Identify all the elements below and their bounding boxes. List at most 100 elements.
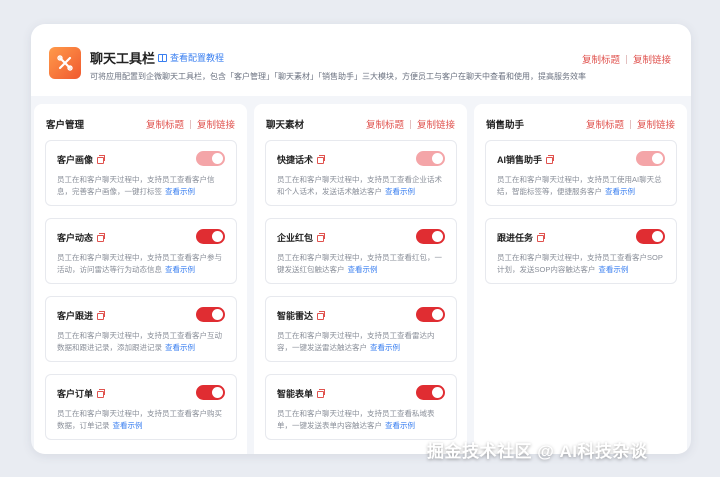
page-title: 聊天工具栏 bbox=[90, 51, 156, 66]
card-ai-sales-assistant: AI销售助手 员工在和客户聊天过程中，支持员工使用AI聊天总结，智能标签等，便捷… bbox=[485, 140, 677, 206]
column-sales-assistant: 销售助手 复制标题 复制链接 AI销售助手 员工在和客户聊天过程中，支持员工使用… bbox=[474, 104, 687, 454]
copy-icon[interactable] bbox=[97, 310, 106, 320]
view-example-link[interactable]: 查看示例 bbox=[165, 265, 195, 274]
column-copy-actions: 复制标题 复制链接 bbox=[146, 117, 235, 131]
card-title: 智能雷达 bbox=[277, 311, 314, 321]
toggle-knob bbox=[652, 153, 663, 164]
copy-icon[interactable] bbox=[317, 310, 326, 320]
divider bbox=[409, 119, 411, 129]
view-example-link[interactable]: 查看示例 bbox=[370, 343, 400, 352]
copy-title-button[interactable]: 复制标题 bbox=[366, 117, 404, 131]
divider bbox=[189, 119, 191, 129]
card-title: AI销售助手 bbox=[497, 155, 543, 165]
card-description: 员工在和客户聊天过程中，支持员工查看客户信息，完善客户画像，一键打标签 查看示例 bbox=[57, 174, 229, 197]
copy-icon[interactable] bbox=[546, 154, 555, 164]
toggle-knob bbox=[212, 387, 223, 398]
card-description: 员工在和客户聊天过程中，支持员工使用AI聊天总结，智能标签等，便捷服务客户 查看示… bbox=[497, 174, 669, 197]
card-description: 员工在和客户聊天过程中，支持员工查看私域表单，一键发送表单内容触达客户 查看示例 bbox=[277, 408, 449, 431]
toggle-switch[interactable] bbox=[416, 307, 445, 322]
watermark: 掘金技术社区 @ AI科技杂谈 bbox=[427, 442, 648, 461]
card-desc-text: 员工在和客户聊天过程中，支持员工查看企业话术和个人话术，发送话术触达客户 bbox=[277, 175, 442, 196]
card-desc-text: 员工在和客户聊天过程中，支持员工查看雷达内容，一键发送雷达触达客户 bbox=[277, 331, 435, 352]
copy-icon[interactable] bbox=[317, 232, 326, 242]
card-customer-activity: 客户动态 员工在和客户聊天过程中，支持员工查看客户参与活动，访问雷达等行为动态信… bbox=[45, 218, 237, 284]
view-guide-link[interactable]: 查看配置教程 bbox=[158, 51, 224, 64]
card-desc-text: 员工在和客户聊天过程中，支持员工查看客户互动数据和跟进记录，添加跟进记录 bbox=[57, 331, 222, 352]
view-example-link[interactable]: 查看示例 bbox=[385, 187, 415, 196]
card-title: 客户动态 bbox=[57, 233, 94, 243]
toggle-knob bbox=[212, 231, 223, 242]
card-title: 客户跟进 bbox=[57, 311, 94, 321]
panel-header: 聊天工具栏 查看配置教程 可将应用配置到企微聊天工具栏，包含「客户管理」「聊天素… bbox=[31, 24, 691, 96]
card-quick-replies: 快捷话术 员工在和客户聊天过程中，支持员工查看企业话术和个人话术，发送话术触达客… bbox=[265, 140, 457, 206]
card-desc-text: 员工在和客户聊天过程中，支持员工查看客户参与活动，访问雷达等行为动态信息 bbox=[57, 253, 222, 274]
copy-icon[interactable] bbox=[97, 154, 106, 164]
copy-link-button[interactable]: 复制链接 bbox=[637, 117, 675, 131]
card-title-row: 智能雷达 bbox=[277, 309, 326, 322]
card-customer-followup: 客户跟进 员工在和客户聊天过程中，支持员工查看客户互动数据和跟进记录，添加跟进记… bbox=[45, 296, 237, 362]
toggle-switch[interactable] bbox=[196, 229, 225, 244]
copy-title-button[interactable]: 复制标题 bbox=[582, 52, 620, 66]
card-description: 员工在和客户聊天过程中，支持员工查看客户购买数据，订单记录 查看示例 bbox=[57, 408, 229, 431]
toggle-knob bbox=[432, 231, 443, 242]
copy-link-button[interactable]: 复制链接 bbox=[633, 52, 671, 66]
toggle-switch[interactable] bbox=[196, 307, 225, 322]
column-chat-materials: 聊天素材 复制标题 复制链接 快捷话术 员工在和客户聊天过程中，支持员工查看企业… bbox=[254, 104, 467, 454]
card-title: 跟进任务 bbox=[497, 233, 534, 243]
copy-icon[interactable] bbox=[317, 154, 326, 164]
copy-link-button[interactable]: 复制链接 bbox=[417, 117, 455, 131]
toggle-switch[interactable] bbox=[196, 151, 225, 166]
card-smart-form: 智能表单 员工在和客户聊天过程中，支持员工查看私域表单，一键发送表单内容触达客户… bbox=[265, 374, 457, 440]
view-example-link[interactable]: 查看示例 bbox=[348, 265, 378, 274]
app-icon bbox=[49, 47, 81, 79]
copy-icon[interactable] bbox=[537, 232, 546, 242]
copy-title-button[interactable]: 复制标题 bbox=[146, 117, 184, 131]
column-title: 聊天素材 bbox=[266, 120, 305, 131]
card-description: 员工在和客户聊天过程中，支持员工查看客户互动数据和跟进记录，添加跟进记录 查看示例 bbox=[57, 330, 229, 353]
card-title-row: 智能表单 bbox=[277, 387, 326, 400]
header-copy-actions: 复制标题 复制链接 bbox=[582, 52, 671, 66]
card-title-row: 企业红包 bbox=[277, 231, 326, 244]
card-customer-orders: 客户订单 员工在和客户聊天过程中，支持员工查看客户购买数据，订单记录 查看示例 bbox=[45, 374, 237, 440]
copy-icon[interactable] bbox=[317, 388, 326, 398]
toggle-knob bbox=[212, 153, 223, 164]
toggle-switch[interactable] bbox=[416, 151, 445, 166]
card-title-row: 客户画像 bbox=[57, 153, 106, 166]
view-example-link[interactable]: 查看示例 bbox=[165, 187, 195, 196]
toggle-knob bbox=[432, 387, 443, 398]
view-example-link[interactable]: 查看示例 bbox=[385, 421, 415, 430]
copy-icon[interactable] bbox=[97, 232, 106, 242]
toggle-switch[interactable] bbox=[416, 229, 445, 244]
toggle-switch[interactable] bbox=[636, 151, 665, 166]
toggle-switch[interactable] bbox=[636, 229, 665, 244]
view-example-link[interactable]: 查看示例 bbox=[598, 265, 628, 274]
card-title: 客户画像 bbox=[57, 155, 94, 165]
chat-toolbar-panel: 聊天工具栏 查看配置教程 可将应用配置到企微聊天工具栏，包含「客户管理」「聊天素… bbox=[31, 24, 691, 454]
card-title-row: 客户跟进 bbox=[57, 309, 106, 322]
toggle-switch[interactable] bbox=[196, 385, 225, 400]
column-copy-actions: 复制标题 复制链接 bbox=[366, 117, 455, 131]
card-title-row: 客户订单 bbox=[57, 387, 106, 400]
divider bbox=[625, 54, 627, 64]
card-title-row: 跟进任务 bbox=[497, 231, 546, 244]
copy-link-button[interactable]: 复制链接 bbox=[197, 117, 235, 131]
card-description: 员工在和客户聊天过程中，支持员工查看客户SOP计划，发送SOP内容触达客户 查看示… bbox=[497, 252, 669, 275]
card-title: 快捷话术 bbox=[277, 155, 314, 165]
column-copy-actions: 复制标题 复制链接 bbox=[586, 117, 675, 131]
column-customer-management: 客户管理 复制标题 复制链接 客户画像 员工在和客户聊天过程中，支持员工查看客户… bbox=[34, 104, 247, 454]
card-red-packet: 企业红包 员工在和客户聊天过程中，支持员工查看红包，一键发送红包触达客户 查看示例 bbox=[265, 218, 457, 284]
view-example-link[interactable]: 查看示例 bbox=[165, 343, 195, 352]
card-followup-tasks: 跟进任务 员工在和客户聊天过程中，支持员工查看客户SOP计划，发送SOP内容触达… bbox=[485, 218, 677, 284]
toggle-switch[interactable] bbox=[416, 385, 445, 400]
card-title-row: 客户动态 bbox=[57, 231, 106, 244]
card-smart-radar: 智能雷达 员工在和客户聊天过程中，支持员工查看雷达内容，一键发送雷达触达客户 查看… bbox=[265, 296, 457, 362]
toggle-knob bbox=[432, 153, 443, 164]
toggle-knob bbox=[652, 231, 663, 242]
toggle-knob bbox=[212, 309, 223, 320]
view-example-link[interactable]: 查看示例 bbox=[113, 421, 143, 430]
card-desc-text: 员工在和客户聊天过程中，支持员工查看客户SOP计划，发送SOP内容触达客户 bbox=[497, 253, 663, 274]
copy-title-button[interactable]: 复制标题 bbox=[586, 117, 624, 131]
column-title: 客户管理 bbox=[46, 120, 85, 131]
copy-icon[interactable] bbox=[97, 388, 106, 398]
view-example-link[interactable]: 查看示例 bbox=[605, 187, 635, 196]
